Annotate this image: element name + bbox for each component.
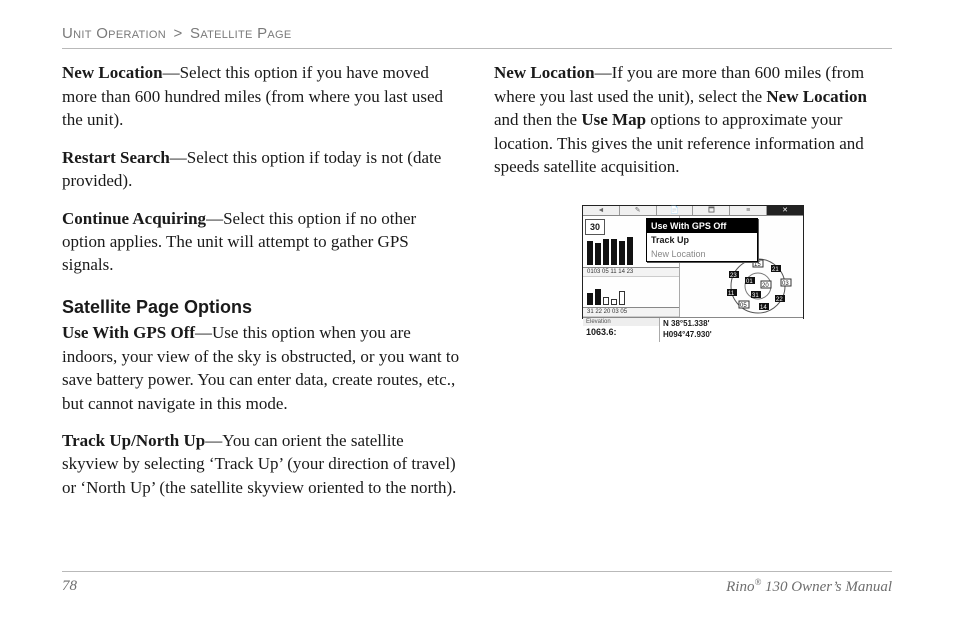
- term-continue-acquiring: Continue Acquiring: [62, 209, 206, 228]
- term-new-location: New Location: [62, 63, 163, 82]
- menu-item-gps-off[interactable]: Use With GPS Off: [647, 219, 757, 233]
- menu-item-track-up[interactable]: Track Up: [647, 233, 757, 247]
- manual-page: Unit Operation > Satellite Page New Loca…: [0, 0, 954, 621]
- bar: [587, 241, 593, 265]
- device-status-bar: Elevation 1063.6: N 38°51.338' H094°47.9…: [583, 317, 803, 342]
- bar: [619, 291, 625, 305]
- signal-row-1-label: 0103 05 11 14 23: [583, 268, 679, 277]
- term-right-use-map: Use Map: [581, 110, 646, 129]
- svg-text:20: 20: [762, 283, 769, 289]
- options-menu-popup: Use With GPS Off Track Up New Location: [646, 218, 758, 262]
- breadcrumb: Unit Operation > Satellite Page: [62, 24, 892, 44]
- sky-zone: Use With GPS Off Track Up New Location 1…: [680, 216, 803, 317]
- menu-item-new-location[interactable]: New Location: [647, 247, 757, 261]
- bar: [595, 289, 601, 305]
- elevation-label: Elevation: [583, 318, 659, 326]
- coords-lat: N 38°51.338': [663, 319, 800, 330]
- bar: [595, 243, 601, 265]
- page-icon: 📄: [657, 206, 694, 215]
- coords-lon: H094°47.930': [663, 330, 800, 341]
- satellite-count: 30: [585, 219, 605, 235]
- manual-title-pre: Rino: [726, 579, 754, 595]
- para-gps-off: Use With GPS Off—Use this option when yo…: [62, 321, 460, 415]
- page-footer: 78 Rino® 130 Owner’s Manual: [62, 571, 892, 597]
- para-track-up: Track Up/North Up—You can orient the sat…: [62, 429, 460, 499]
- coords-cell: N 38°51.338' H094°47.930': [660, 318, 803, 342]
- left-column: New Location—Select this option if you h…: [62, 61, 460, 513]
- para-right-new-location: New Location—If you are more than 600 mi…: [494, 61, 892, 178]
- bar: [603, 297, 609, 305]
- para-new-location: New Location—Select this option if you h…: [62, 61, 460, 131]
- section-heading: Satellite Page Options: [62, 295, 460, 319]
- svg-text:23: 23: [730, 273, 737, 279]
- text-right-2: and then the: [494, 110, 581, 129]
- bar: [619, 241, 625, 265]
- device-body: 30 0103 05 11 14 23: [583, 216, 803, 342]
- term-right-new-location-2: New Location: [766, 87, 867, 106]
- right-column: New Location—If you are more than 600 mi…: [494, 61, 892, 513]
- gps-device-screen: ◄ ✎ 📄 🗖 ≡ ✕ 30: [582, 205, 804, 319]
- term-restart-search: Restart Search: [62, 148, 170, 167]
- window-icon: 🗖: [693, 206, 730, 215]
- term-gps-off: Use With GPS Off: [62, 323, 195, 342]
- elevation-value: 1063.6:: [586, 326, 656, 338]
- manual-title-post: 130 Owner’s Manual: [761, 579, 892, 595]
- edit-icon: ✎: [620, 206, 657, 215]
- term-track-up: Track Up/North Up: [62, 431, 205, 450]
- svg-text:05: 05: [740, 303, 747, 309]
- menu-icon: ≡: [730, 206, 767, 215]
- bar: [627, 237, 633, 265]
- device-main: 30 0103 05 11 14 23: [583, 216, 803, 317]
- signal-row-2-label: 31 22 20 03 05: [583, 308, 679, 317]
- svg-text:14: 14: [760, 305, 767, 311]
- svg-text:22: 22: [776, 297, 783, 303]
- breadcrumb-separator: >: [170, 25, 185, 42]
- breadcrumb-page: Satellite Page: [190, 25, 292, 42]
- svg-text:15: 15: [754, 262, 761, 268]
- figure-satellite-menu: ◄ ✎ 📄 🗖 ≡ ✕ 30: [494, 205, 892, 343]
- bar: [611, 299, 617, 305]
- back-icon: ◄: [583, 206, 620, 215]
- skyview-icon: 15 21 03 22 14 05 11 23 01: [715, 257, 801, 315]
- bar: [587, 293, 593, 305]
- bar: [611, 239, 617, 265]
- term-right-new-location-1: New Location: [494, 63, 595, 82]
- svg-text:03: 03: [782, 281, 789, 287]
- para-continue-acquiring: Continue Acquiring—Select this option if…: [62, 207, 460, 277]
- svg-text:01: 01: [746, 279, 753, 285]
- svg-text:21: 21: [772, 267, 779, 273]
- breadcrumb-section: Unit Operation: [62, 25, 166, 42]
- close-icon: ✕: [767, 206, 803, 215]
- page-number: 78: [62, 576, 77, 597]
- bar: [603, 239, 609, 265]
- header-rule: [62, 48, 892, 49]
- signal-row-2: [583, 277, 679, 308]
- svg-text:11: 11: [728, 291, 735, 297]
- elevation-cell: Elevation 1063.6:: [583, 318, 660, 342]
- svg-text:31: 31: [752, 293, 759, 299]
- content-columns: New Location—Select this option if you h…: [62, 61, 892, 513]
- manual-title: Rino® 130 Owner’s Manual: [726, 576, 892, 597]
- device-toolbar: ◄ ✎ 📄 🗖 ≡ ✕: [583, 206, 803, 216]
- para-restart-search: Restart Search—Select this option if tod…: [62, 146, 460, 193]
